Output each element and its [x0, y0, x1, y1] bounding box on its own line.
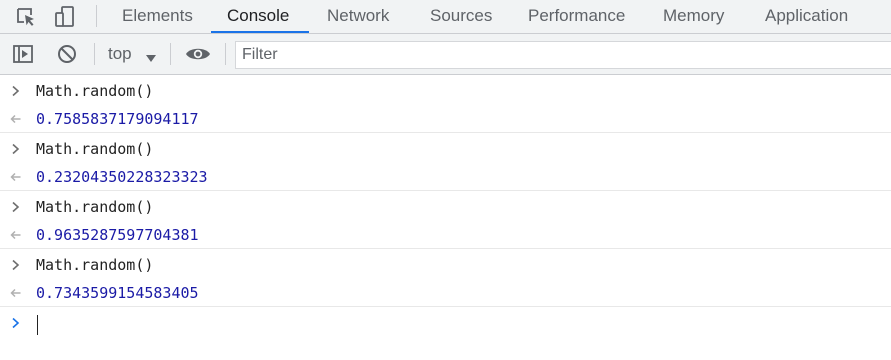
return-arrow-icon: [10, 114, 21, 124]
console-entry: Math.random() 0.23204350228323323: [0, 133, 891, 191]
chevron-right-icon: [12, 85, 20, 97]
chevron-right-icon: [12, 201, 20, 213]
device-toolbar-icon[interactable]: [50, 0, 80, 33]
filter-input[interactable]: [236, 42, 891, 68]
console-input-line: Math.random(): [0, 251, 891, 280]
console-result-line: 0.9635287597704381: [0, 221, 891, 250]
console-result-value[interactable]: 0.7343599154583405: [36, 285, 199, 302]
console-entry: Math.random() 0.7343599154583405: [0, 249, 891, 307]
tab-elements[interactable]: Elements: [122, 0, 193, 33]
console-input-text: Math.random(): [36, 82, 154, 100]
clear-console-icon[interactable]: [51, 34, 83, 74]
console-input-line: Math.random(): [0, 77, 891, 106]
console-input-text: Math.random(): [36, 198, 154, 216]
toolbar-divider: [170, 43, 171, 65]
console-toolbar: top: [0, 34, 891, 75]
tab-console[interactable]: Console: [227, 0, 289, 33]
context-selector[interactable]: top: [108, 34, 132, 74]
return-arrow-icon: [10, 230, 21, 240]
console-result-line: 0.23204350228323323: [0, 163, 891, 192]
tab-network[interactable]: Network: [327, 0, 389, 33]
return-arrow-icon: [10, 288, 21, 298]
console-output: Math.random() 0.7585837179094117 Math.ra…: [0, 75, 891, 360]
tab-memory[interactable]: Memory: [663, 0, 724, 33]
console-result-value[interactable]: 0.9635287597704381: [36, 227, 199, 244]
return-arrow-icon: [10, 172, 21, 182]
tab-application[interactable]: Application: [765, 0, 848, 33]
console-result-value[interactable]: 0.7585837179094117: [36, 111, 199, 128]
chevron-right-icon: [12, 317, 20, 329]
console-result-line: 0.7343599154583405: [0, 279, 891, 308]
tab-sources[interactable]: Sources: [430, 0, 492, 33]
tab-performance[interactable]: Performance: [528, 0, 625, 33]
toolbar-divider: [96, 5, 97, 27]
console-input-text: Math.random(): [36, 140, 154, 158]
text-caret: [37, 315, 38, 335]
console-input-line: Math.random(): [0, 193, 891, 222]
filter-field[interactable]: [235, 41, 891, 69]
console-result-line: 0.7585837179094117: [0, 105, 891, 134]
chevron-down-icon[interactable]: [145, 50, 157, 68]
chevron-right-icon: [12, 259, 20, 271]
console-input-text: Math.random(): [36, 256, 154, 274]
console-entry: Math.random() 0.7585837179094117: [0, 75, 891, 133]
inspect-element-icon[interactable]: [11, 0, 41, 33]
chevron-right-icon: [12, 143, 20, 155]
devtools-tab-bar: Elements Console Network Sources Perform…: [0, 0, 891, 34]
console-input-line: Math.random(): [0, 135, 891, 164]
sidebar-toggle-icon[interactable]: [7, 34, 39, 74]
console-result-value[interactable]: 0.23204350228323323: [36, 169, 208, 186]
toolbar-divider: [225, 43, 226, 65]
toolbar-divider: [94, 43, 95, 65]
active-tab-indicator: [211, 31, 309, 33]
live-expression-eye-icon[interactable]: [180, 34, 216, 74]
console-entry: Math.random() 0.9635287597704381: [0, 191, 891, 249]
console-prompt[interactable]: [0, 309, 891, 339]
